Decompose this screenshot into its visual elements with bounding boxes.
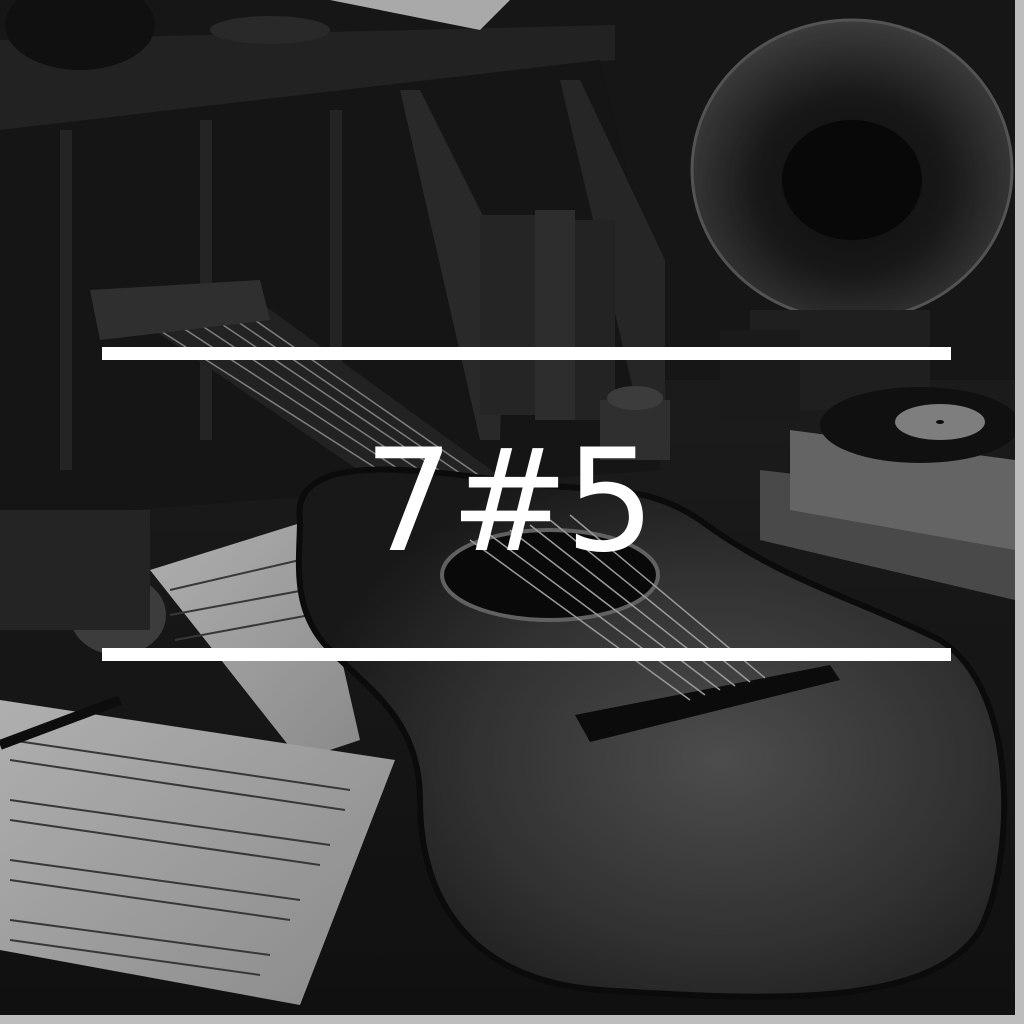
image-canvas: 7#5 — [0, 0, 1015, 1015]
chord-label: 7#5 — [363, 419, 656, 584]
top-divider-line — [102, 347, 951, 360]
bottom-divider-line — [102, 648, 951, 661]
